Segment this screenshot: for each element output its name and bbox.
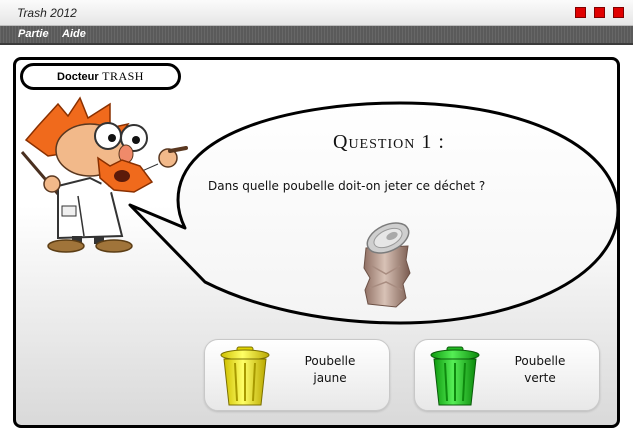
answer-button-yellow-bin[interactable]: Poubelle jaune	[204, 339, 390, 411]
green-bin-icon	[430, 346, 480, 406]
question-title: Question 1 :	[333, 131, 445, 153]
answer-green-line2: verte	[524, 371, 556, 385]
question-text: Dans quelle poubelle doit-on jeter ce dé…	[208, 179, 486, 193]
doctor-trash-character-icon	[20, 96, 188, 253]
answer-button-green-bin[interactable]: Poubelle verte	[414, 339, 600, 411]
answer-yellow-line2: jaune	[313, 371, 347, 385]
answer-yellow-line1: Poubelle	[304, 354, 356, 368]
answer-label-green: Poubelle verte	[495, 353, 585, 387]
answer-label-yellow: Poubelle jaune	[285, 353, 375, 387]
yellow-bin-icon	[220, 346, 270, 406]
crushed-can-icon	[363, 222, 411, 308]
answer-green-line1: Poubelle	[514, 354, 566, 368]
